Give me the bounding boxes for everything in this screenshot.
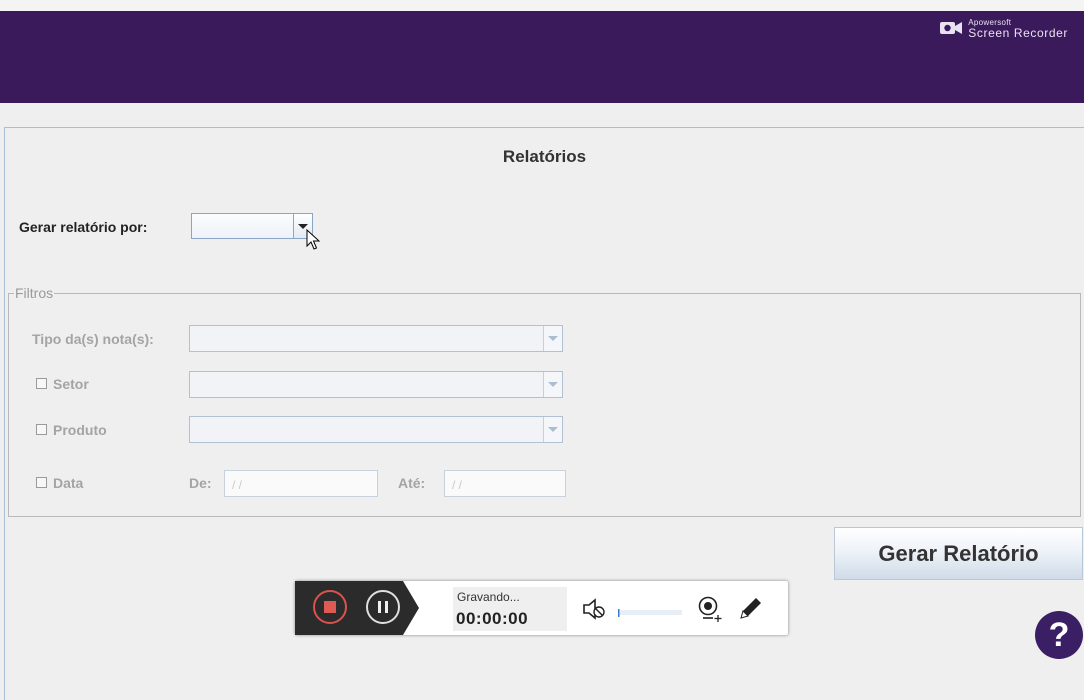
generate-report-button[interactable]: Gerar Relatório — [834, 527, 1083, 580]
chevron-down-icon — [548, 382, 558, 387]
help-button[interactable]: ? — [1035, 611, 1083, 659]
pause-icon — [378, 601, 381, 613]
setor-label: Setor — [53, 376, 89, 392]
date-to-input[interactable]: / / — [444, 470, 566, 497]
setor-checkbox[interactable] — [36, 378, 47, 389]
tipo-nota-label: Tipo da(s) nota(s): — [32, 331, 154, 347]
produto-select[interactable] — [189, 416, 563, 443]
recording-toolbar: Gravando... 00:00:00 — [295, 581, 788, 635]
setor-select[interactable] — [189, 371, 563, 398]
data-label: Data — [53, 475, 84, 491]
report-by-label: Gerar relatório por: — [19, 219, 148, 235]
app-header: Apowersoft Screen Recorder — [0, 11, 1084, 103]
filters-legend: Filtros — [14, 285, 55, 301]
date-from-input[interactable]: / / — [224, 470, 378, 497]
produto-dropdown-button[interactable] — [543, 417, 562, 442]
stop-recording-button[interactable] — [313, 590, 347, 624]
date-to-label: Até: — [398, 475, 426, 491]
tipo-nota-dropdown-button[interactable] — [543, 326, 562, 351]
screen-recorder-logo: Apowersoft Screen Recorder — [939, 19, 1068, 39]
data-checkbox[interactable] — [36, 477, 47, 488]
page-title: Relatórios — [502, 147, 587, 166]
top-strip — [0, 0, 1084, 11]
pencil-icon[interactable] — [738, 595, 764, 621]
webcam-icon[interactable] — [697, 595, 723, 623]
chevron-down-icon — [548, 427, 558, 432]
camera-logo-icon — [940, 22, 963, 34]
chevron-down-icon — [548, 336, 558, 341]
pause-icon-bar — [385, 601, 388, 613]
report-by-select[interactable] — [191, 213, 313, 239]
produto-label: Produto — [53, 422, 107, 438]
pause-recording-button[interactable] — [366, 590, 400, 624]
recording-controls-bg — [295, 581, 419, 635]
recording-status-box: Gravando... 00:00:00 — [453, 587, 567, 631]
stop-icon — [324, 601, 336, 613]
brand-name: Screen Recorder — [968, 26, 1068, 40]
filters-group: Filtros Tipo da(s) nota(s): Setor Produt… — [8, 285, 1081, 517]
tipo-nota-select[interactable] — [189, 325, 563, 352]
volume-slider[interactable] — [617, 608, 683, 618]
speaker-muted-icon[interactable] — [582, 597, 608, 621]
date-from-label: De: — [189, 475, 212, 491]
recording-timer: 00:00:00 — [456, 609, 529, 628]
produto-checkbox[interactable] — [36, 424, 47, 435]
recording-status: Gravando... — [457, 590, 520, 604]
mouse-cursor-icon — [306, 229, 320, 250]
setor-dropdown-button[interactable] — [543, 372, 562, 397]
